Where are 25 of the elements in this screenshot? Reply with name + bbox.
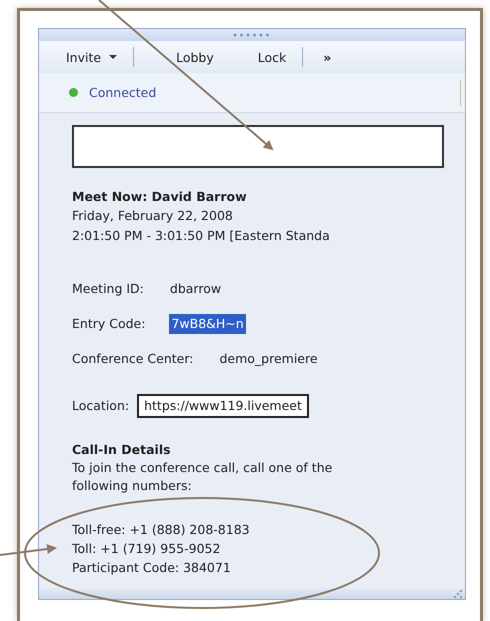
- meeting-date: Friday, February 22, 2008: [72, 207, 234, 225]
- invite-menu[interactable]: Invite: [64, 48, 120, 66]
- caret-icon[interactable]: [109, 55, 118, 59]
- call-in-instructions: To join the conference call, call one of the following numbers:: [72, 459, 334, 495]
- field-value: dbarrow: [168, 280, 222, 298]
- meeting-time: 2:01:50 PM - 3:01:50 PM [Eastern Standa: [72, 227, 331, 245]
- field-label: Entry Code:: [72, 315, 146, 333]
- phone-line: Participant Code: 384071: [72, 559, 232, 577]
- resize-grip-icon[interactable]: [454, 590, 462, 598]
- meeting-title: Meet Now: David Barrow: [72, 188, 248, 206]
- field-label: Location:: [72, 397, 130, 415]
- field-value: demo_premiere: [218, 350, 319, 368]
- field-label: Conference Center:: [72, 350, 194, 368]
- toolbar-button[interactable]: Lock: [256, 48, 288, 66]
- location-field[interactable]: https://www119.livemeet: [137, 394, 309, 418]
- more-button[interactable]: »: [321, 48, 334, 66]
- toolbar-button[interactable]: Lobby: [174, 48, 216, 66]
- phone-line: Toll-free: +1 (888) 208-8183: [72, 521, 251, 539]
- field-label: Meeting ID:: [72, 280, 144, 298]
- message-field[interactable]: [72, 125, 444, 168]
- phone-line: Toll: +1 (719) 955-9052: [72, 540, 222, 558]
- section-heading: Call-In Details: [72, 441, 172, 459]
- field-value: 7wB8&H~n: [169, 314, 246, 334]
- grip-icon[interactable]: [233, 33, 271, 37]
- status-text: Connected: [89, 85, 156, 100]
